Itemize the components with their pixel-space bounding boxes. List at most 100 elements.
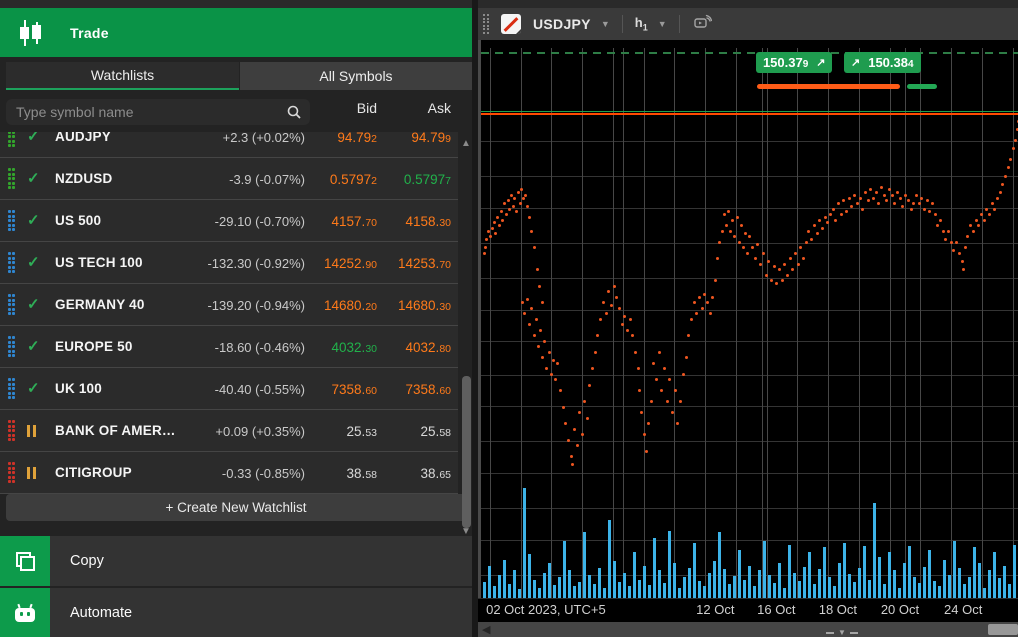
price-dot (723, 213, 726, 216)
price-chart-plot[interactable]: 150.379 ↗ ↗ 150.384 4 (481, 48, 1018, 598)
row-drag-handle-icon[interactable] (8, 252, 15, 274)
volume-bar (678, 588, 681, 598)
row-drag-handle-icon[interactable] (8, 132, 15, 148)
price-dot (685, 356, 688, 359)
ask-price[interactable]: 7358.60 (406, 382, 451, 397)
ask-price[interactable]: 4032.80 (406, 340, 451, 355)
volume-bar (668, 531, 671, 598)
time-axis-label: 24 Oct (944, 602, 982, 617)
bid-price[interactable]: 0.57972 (330, 172, 377, 187)
bid-price[interactable]: 4157.70 (332, 214, 377, 229)
chart-symbol[interactable]: USDJPY (533, 16, 591, 32)
chevron-down-icon[interactable]: ▼ (658, 19, 667, 29)
chevron-down-icon[interactable]: ▼ (601, 19, 610, 29)
symbol-name: UK 100 (55, 381, 102, 396)
price-dot (530, 230, 533, 233)
bid-price[interactable]: 7358.60 (332, 382, 377, 397)
price-dot (594, 351, 597, 354)
ask-price[interactable]: 94.799 (411, 132, 451, 145)
price-dot (693, 301, 696, 304)
watchlist-scrollbar-thumb[interactable] (462, 376, 471, 528)
row-drag-handle-icon[interactable] (8, 210, 15, 232)
time-axis[interactable]: 02 Oct 2023, UTC+512 Oct16 Oct18 Oct20 O… (478, 598, 1018, 621)
price-dot (550, 373, 553, 376)
volume-bar (558, 577, 561, 598)
trade-panel-header[interactable]: Trade (0, 8, 472, 57)
price-dot (521, 301, 524, 304)
row-drag-handle-icon[interactable] (8, 294, 15, 316)
watchlist-row[interactable]: ✓AUDJPY+2.3 (+0.02%)94.79294.799 (0, 132, 458, 158)
chart-scrollbar-thumb[interactable] (988, 624, 1018, 635)
volume-bar (733, 576, 736, 598)
tab-watchlists[interactable]: Watchlists (6, 62, 239, 90)
bid-price[interactable]: 94.792 (337, 132, 377, 145)
price-dot (891, 194, 894, 197)
watchlist-row[interactable]: ✓UK 100-40.40 (-0.55%)7358.607358.60 (0, 368, 458, 410)
scroll-down-arrow[interactable]: ▼ (461, 526, 471, 537)
watchlist-row[interactable]: ✓US TECH 100-132.30 (-0.92%)14252.901425… (0, 242, 458, 284)
v-gridline (521, 48, 522, 598)
price-dot (896, 191, 899, 194)
price-dot (742, 246, 745, 249)
ask-price[interactable]: 14680.30 (398, 298, 451, 313)
watchlist-row[interactable]: ✓NZDUSD-3.9 (-0.07%)0.579720.57977 (0, 158, 458, 200)
ask-price[interactable]: 25.58 (421, 424, 451, 439)
watchlist-row[interactable]: BANK OF AMER…+0.09 (+0.35%)25.5325.58 (0, 410, 458, 452)
volume-bar (843, 543, 846, 598)
h-gridline (481, 508, 1018, 509)
bid-price[interactable]: 38.58 (347, 466, 377, 481)
search-input[interactable] (6, 99, 286, 125)
volume-bar (928, 550, 931, 598)
ask-price[interactable]: 14253.70 (398, 256, 451, 271)
row-drag-handle-icon[interactable] (8, 378, 15, 400)
ask-price-badge[interactable]: ↗ 150.384 (844, 52, 921, 73)
price-dot (666, 400, 669, 403)
watchlist-row[interactable]: CITIGROUP-0.33 (-0.85%)38.5838.65 (0, 452, 458, 494)
drag-handle-icon[interactable] (483, 14, 491, 34)
bid-price[interactable]: 25.53 (347, 424, 377, 439)
symbol-search-box[interactable] (6, 99, 310, 125)
panel-collapse-handle[interactable]: ▼ (818, 628, 866, 637)
menu-item-copy[interactable]: Copy (0, 536, 472, 586)
bid-price-badge[interactable]: 150.379 ↗ (756, 52, 833, 73)
price-dot (507, 199, 510, 202)
ask-price[interactable]: 0.57977 (404, 172, 451, 187)
chart-horizontal-scrollbar[interactable]: ◀ (478, 622, 1018, 637)
price-dot (923, 208, 926, 211)
bid-price[interactable]: 14252.90 (324, 256, 377, 271)
search-row: Bid Ask (0, 92, 472, 132)
watchlist-row[interactable]: ✓US 500-29.10 (-0.70%)4157.704158.30 (0, 200, 458, 242)
bid-price[interactable]: 14680.20 (324, 298, 377, 313)
volume-bar (878, 557, 881, 598)
ask-price[interactable]: 38.65 (421, 466, 451, 481)
price-dot (552, 359, 555, 362)
price-dot (658, 351, 661, 354)
price-dot (744, 232, 747, 235)
chart-broadcast-icon[interactable] (694, 14, 712, 35)
change-value: +0.09 (+0.35%) (215, 424, 305, 439)
create-watchlist-button[interactable]: + Create New Watchlist (6, 494, 466, 521)
volume-bar (763, 541, 766, 598)
ask-price[interactable]: 4158.30 (406, 214, 451, 229)
watchlist-row[interactable]: ✓GERMANY 40-139.20 (-0.94%)14680.2014680… (0, 284, 458, 326)
enabled-check-icon: ✓ (27, 213, 43, 229)
price-dot (875, 191, 878, 194)
timeframe-selector[interactable]: h1 (635, 15, 648, 33)
tab-all-symbols[interactable]: All Symbols (239, 62, 472, 90)
change-value: -132.30 (-0.92%) (207, 256, 305, 271)
chart-type-button[interactable] (501, 14, 521, 34)
bid-price[interactable]: 4032.30 (332, 340, 377, 355)
row-drag-handle-icon[interactable] (8, 462, 15, 484)
row-drag-handle-icon[interactable] (8, 420, 15, 442)
volume-bar (698, 581, 701, 598)
volume-bar (958, 568, 961, 598)
price-dot (966, 235, 969, 238)
price-dot (554, 378, 557, 381)
row-drag-handle-icon[interactable] (8, 168, 15, 190)
menu-item-automate[interactable]: Automate (0, 588, 472, 637)
scroll-up-arrow[interactable]: ▲ (461, 138, 471, 149)
row-drag-handle-icon[interactable] (8, 336, 15, 358)
price-dot (484, 246, 487, 249)
scroll-left-arrow[interactable]: ◀ (482, 623, 490, 636)
watchlist-row[interactable]: ✓EUROPE 50-18.60 (-0.46%)4032.304032.80 (0, 326, 458, 368)
